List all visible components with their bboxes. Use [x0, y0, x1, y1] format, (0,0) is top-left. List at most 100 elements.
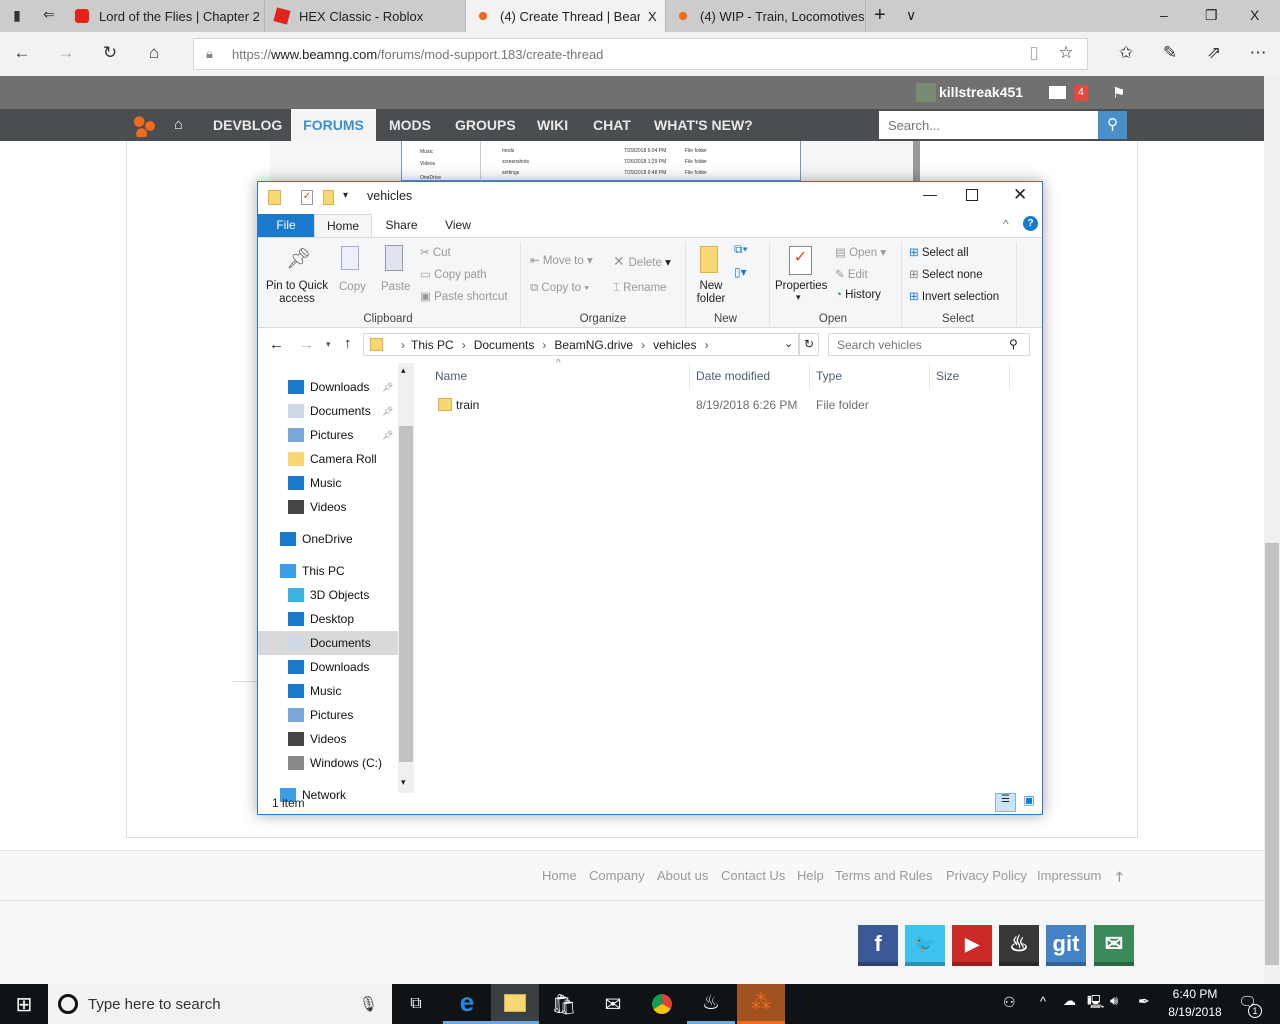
select-all-button[interactable]: ⊞ Select all [909, 245, 969, 259]
nav-whats-new[interactable]: WHAT'S NEW? [654, 109, 753, 141]
show-hidden-icons[interactable]: ^ [1040, 994, 1046, 1009]
edit-button[interactable]: ✎ Edit [835, 267, 868, 281]
forward-icon[interactable]: → [299, 336, 314, 353]
youtube-icon[interactable]: ▶ [952, 925, 992, 966]
set-aside-tabs-icon[interactable]: ▮ [2, 7, 32, 24]
large-icons-view-icon[interactable]: ▣ [1019, 793, 1039, 812]
select-none-button[interactable]: ⊞ Select none [909, 267, 983, 281]
taskbar-search-box[interactable]: Type here to search 🎙︎ [48, 984, 392, 1024]
nav-item-this-pc[interactable]: This PC [258, 559, 398, 583]
footer-link-terms[interactable]: Terms and Rules [835, 868, 933, 883]
facebook-icon[interactable]: f [858, 925, 898, 966]
reading-view-icon[interactable]: ▯ [1019, 43, 1049, 63]
tab-wip-train[interactable]: (4) WIP - Train, Locomotives [666, 0, 866, 32]
avatar[interactable] [916, 83, 936, 102]
footer-link-about[interactable]: About us [657, 868, 708, 883]
minimize-button[interactable]: — [923, 186, 937, 202]
chrome-icon[interactable] [638, 984, 686, 1024]
tab-hex-classic[interactable]: HEX Classic - Roblox [265, 0, 466, 32]
nav-item-documents[interactable]: Documents 📌︎ [258, 399, 398, 423]
up-icon[interactable]: ↑ [344, 335, 352, 352]
back-icon[interactable]: ← [7, 43, 37, 63]
steam-icon[interactable]: ♨ [687, 984, 735, 1024]
refresh-icon[interactable]: ↻ [95, 43, 125, 63]
scroll-down-icon[interactable]: ▾ [401, 777, 406, 788]
column-type[interactable]: Type [816, 369, 842, 383]
nav-forums[interactable]: FORUMS [291, 109, 376, 141]
address-dropdown-icon[interactable]: ⌄ [784, 337, 793, 350]
recent-locations-icon[interactable]: ▾ [326, 339, 331, 350]
alerts-flag-icon[interactable]: ⚑ [1112, 84, 1125, 102]
clock-date[interactable]: 8/19/2018 [1166, 1005, 1224, 1019]
new-folder-quick-icon[interactable] [323, 190, 334, 205]
edge-icon[interactable]: e [443, 984, 491, 1024]
pin-to-quick-access-button[interactable]: Pin to Quick access [266, 280, 328, 306]
breadcrumb-beamng[interactable]: BeamNG.drive [554, 338, 633, 352]
new-tab-button[interactable]: + [874, 4, 886, 27]
column-name[interactable]: Name [435, 369, 467, 383]
forward-icon[interactable]: → [51, 43, 81, 63]
nav-chat[interactable]: CHAT [593, 109, 631, 141]
footer-link-home[interactable]: Home [542, 868, 577, 883]
share-icon[interactable]: ⇗ [1199, 43, 1229, 63]
nav-groups[interactable]: GROUPS [455, 109, 516, 141]
nav-item-camera-roll[interactable]: Camera Roll [258, 447, 398, 471]
ribbon-tab-share[interactable]: Share [374, 214, 429, 237]
easy-access-icon[interactable]: ▯▾ [734, 265, 747, 279]
back-icon[interactable]: ← [269, 336, 284, 353]
nav-item-3d-objects[interactable]: 3D Objects [258, 583, 398, 607]
clock-time[interactable]: 6:40 PM [1166, 987, 1224, 1001]
more-icon[interactable]: ⋯ [1243, 43, 1273, 63]
nav-wiki[interactable]: WIKI [537, 109, 568, 141]
column-size[interactable]: Size [936, 369, 959, 383]
inbox-icon[interactable] [1049, 86, 1066, 99]
email-icon[interactable]: ✉ [1094, 925, 1134, 966]
paste-shortcut-button[interactable]: ▣ Paste shortcut [420, 289, 508, 303]
pen-workspace-icon[interactable]: ✒ [1138, 993, 1150, 1010]
store-icon[interactable]: 🛍︎ [540, 984, 588, 1024]
collapse-ribbon-icon[interactable]: ^ [1003, 217, 1009, 231]
history-button[interactable]: ◔ History [835, 289, 881, 301]
start-windows-icon[interactable]: ⊞ [0, 984, 48, 1024]
close-window-button[interactable]: X [1250, 7, 1259, 23]
column-date-modified[interactable]: Date modified [696, 369, 770, 383]
nav-item-pictures[interactable]: Pictures 📌︎ [258, 423, 398, 447]
move-to-button[interactable]: ⇤ Move to ▾ [530, 253, 593, 267]
footer-link-impressum[interactable]: Impressum [1037, 868, 1101, 883]
footer-link-privacy[interactable]: Privacy Policy [946, 868, 1027, 883]
file-row-train[interactable]: train 8/19/2018 6:26 PM File folder [428, 394, 1008, 416]
ribbon-tab-file[interactable]: File [258, 214, 314, 237]
nav-item-downloads[interactable]: Downloads 📌︎ [258, 375, 398, 399]
restore-button[interactable]: ❐ [1205, 7, 1218, 24]
beamng-logo[interactable] [132, 115, 156, 137]
volume-icon[interactable]: 🔊︎ [1110, 993, 1118, 1009]
minimize-button[interactable]: – [1160, 7, 1168, 23]
refresh-icon[interactable]: ↻ [799, 333, 819, 356]
search-vehicles-input[interactable] [828, 333, 1030, 356]
paste-button[interactable]: Paste [381, 281, 410, 293]
breadcrumb-documents[interactable]: Documents [474, 338, 535, 352]
onedrive-icon[interactable]: ☁ [1063, 993, 1076, 1009]
properties-dropdown-icon[interactable]: ▾ [796, 292, 801, 303]
tab-lord-of-the-flies[interactable]: Lord of the Flies | Chapter 2 [65, 0, 265, 32]
footer-link-help[interactable]: Help [797, 868, 824, 883]
help-icon[interactable]: ? [1023, 216, 1038, 231]
details-view-icon[interactable]: ☰ [995, 793, 1016, 812]
nav-mods[interactable]: MODS [389, 109, 431, 141]
rename-button[interactable]: ⌶ Rename [613, 282, 667, 295]
twitter-icon[interactable]: 🐦 [905, 925, 945, 966]
nav-item-pictures[interactable]: Pictures [258, 703, 398, 727]
open-button[interactable]: ▤ Open ▾ [835, 245, 886, 259]
nav-item-documents[interactable]: Documents [258, 631, 398, 655]
site-search-button[interactable]: ⚲ [1098, 111, 1127, 139]
nav-item-windows-c[interactable]: Windows (C:) [258, 751, 398, 775]
url-input[interactable]: https://www.beamng.com/forums/mod-suppor… [193, 38, 1088, 70]
home-icon[interactable]: ⌂ [139, 43, 169, 63]
copy-path-button[interactable]: ▭ Copy path [420, 267, 487, 281]
breadcrumb-vehicles[interactable]: vehicles [653, 338, 696, 352]
copy-button[interactable]: Copy [339, 281, 366, 293]
site-search-input[interactable] [879, 111, 1098, 139]
close-button[interactable]: ✕ [1013, 185, 1027, 205]
cut-button[interactable]: ✂ Cut [420, 245, 451, 259]
customize-toolbar-icon[interactable]: ▾ [343, 190, 348, 201]
